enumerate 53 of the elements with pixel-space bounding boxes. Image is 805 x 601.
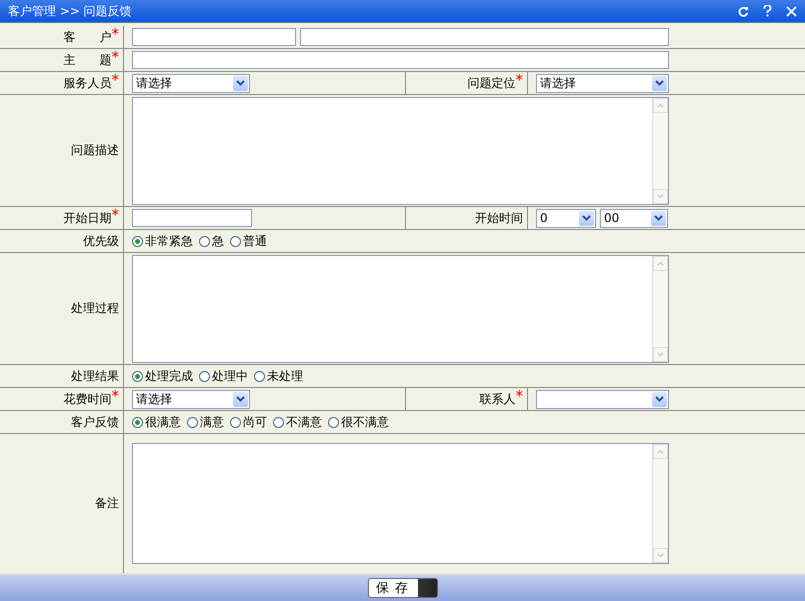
- field-label: 备注: [95, 495, 119, 512]
- field-label: 客户反馈: [71, 414, 119, 430]
- required-mark: *: [112, 29, 119, 39]
- window-title: 客户管理 >> 问题反馈: [8, 2, 133, 20]
- radio-option[interactable]: 急: [199, 232, 224, 250]
- radio-option[interactable]: 普通: [230, 232, 267, 250]
- field-label: 开始日期: [64, 210, 112, 226]
- select-dropdown[interactable]: 请选择: [536, 74, 669, 92]
- scroll-up-icon[interactable]: [653, 444, 668, 459]
- scroll-up-icon[interactable]: [653, 98, 668, 112]
- field-label: 问题描述: [71, 142, 119, 159]
- required-mark: *: [516, 75, 523, 85]
- save-button[interactable]: 保 存: [368, 578, 438, 598]
- date-field[interactable]: [132, 209, 252, 227]
- radio-option[interactable]: 满意: [187, 414, 224, 430]
- help-icon[interactable]: [763, 5, 772, 17]
- field-label: 开始时间: [475, 210, 523, 226]
- required-mark: *: [112, 391, 119, 401]
- field-label: 服务人员: [64, 74, 112, 92]
- input-field[interactable]: [132, 28, 296, 46]
- required-mark: *: [516, 391, 523, 401]
- required-mark: *: [112, 52, 119, 62]
- select-dropdown[interactable]: 请选择: [132, 74, 250, 92]
- input-field[interactable]: [300, 28, 669, 46]
- radio-option[interactable]: 非常紧急: [132, 232, 193, 250]
- radio-option[interactable]: 处理完成: [132, 368, 193, 384]
- field-label: 联系人: [480, 390, 516, 408]
- select-dropdown[interactable]: 请选择: [132, 390, 250, 408]
- field-label: 优先级: [83, 232, 119, 250]
- radio-option[interactable]: 未处理: [254, 368, 303, 384]
- required-mark: *: [112, 75, 119, 85]
- select-dropdown[interactable]: 00: [600, 208, 668, 228]
- refresh-icon[interactable]: [738, 6, 749, 16]
- radio-option[interactable]: 处理中: [199, 368, 248, 384]
- input-field[interactable]: [132, 51, 669, 69]
- field-label: 花费时间: [64, 390, 112, 408]
- close-icon[interactable]: [786, 6, 797, 16]
- required-mark: *: [112, 210, 119, 220]
- radio-option[interactable]: 不满意: [273, 414, 322, 430]
- radio-option[interactable]: 很满意: [132, 414, 181, 430]
- scroll-down-icon[interactable]: [653, 188, 668, 204]
- scroll-down-icon[interactable]: [653, 346, 668, 362]
- field-label: 客 户: [64, 28, 112, 46]
- scroll-down-icon[interactable]: [653, 548, 668, 563]
- radio-option[interactable]: 很不满意: [328, 414, 389, 430]
- scroll-up-icon[interactable]: [653, 256, 668, 270]
- radio-option[interactable]: 尚可: [230, 414, 267, 430]
- field-label: 处理过程: [71, 300, 119, 317]
- field-label: 主 题: [64, 52, 112, 68]
- text-area[interactable]: [132, 443, 669, 564]
- select-dropdown[interactable]: 0: [536, 208, 596, 228]
- field-label: 问题定位: [468, 74, 516, 92]
- field-label: 处理结果: [71, 368, 119, 384]
